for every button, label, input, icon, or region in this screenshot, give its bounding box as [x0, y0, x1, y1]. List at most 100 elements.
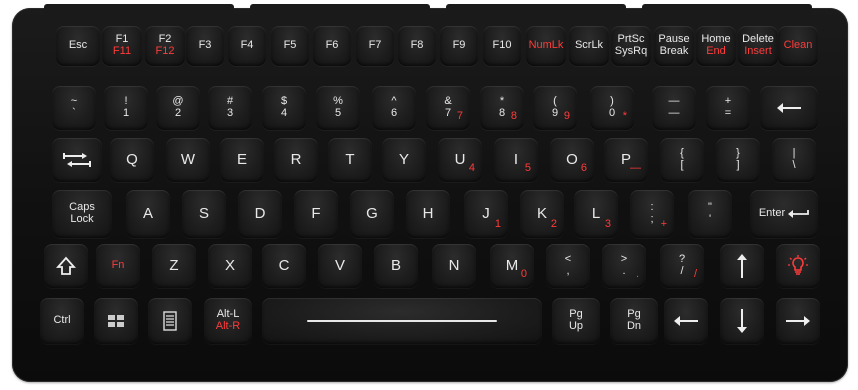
- f5-key[interactable]: F5: [271, 26, 309, 66]
- lbracket-key[interactable]: {[: [660, 138, 704, 182]
- quote-key[interactable]: " ': [688, 190, 732, 238]
- pgup-key[interactable]: Pg Up: [552, 298, 600, 344]
- windows-key[interactable]: [94, 298, 138, 344]
- fn-key[interactable]: Fn: [96, 244, 140, 288]
- key-secondary-label: F11: [112, 45, 132, 57]
- f7-key[interactable]: F7: [356, 26, 394, 66]
- f9-key[interactable]: F9: [440, 26, 478, 66]
- up-arrow-key[interactable]: [720, 244, 764, 288]
- scrlk-key[interactable]: ScrLk: [569, 26, 609, 66]
- key-secondary-label: 4: [280, 107, 288, 119]
- key-l[interactable]: L3: [574, 190, 618, 238]
- key-secondary-label: 6: [390, 107, 398, 119]
- backspace-key[interactable]: [760, 86, 818, 130]
- key-secondary-label: `: [72, 107, 76, 119]
- key-j[interactable]: J1: [464, 190, 508, 238]
- key-r[interactable]: R: [274, 138, 318, 182]
- key-label: Esc: [68, 39, 88, 52]
- key-y[interactable]: Y: [382, 138, 426, 182]
- key-t[interactable]: T: [328, 138, 372, 182]
- key-u[interactable]: U4: [438, 138, 482, 182]
- arrow-up-icon: [736, 253, 748, 279]
- tilde-key[interactable]: ~ `: [52, 86, 96, 130]
- prtsc-key[interactable]: PrtSc SysRq: [611, 26, 651, 66]
- pause-key[interactable]: Pause Break: [654, 26, 694, 66]
- key-w[interactable]: W: [166, 138, 210, 182]
- key-0[interactable]: ) 0 *: [590, 86, 634, 130]
- key-k[interactable]: K2: [520, 190, 564, 238]
- tab-key[interactable]: [52, 138, 102, 182]
- period-key[interactable]: >..: [602, 244, 646, 288]
- key-a[interactable]: A: [126, 190, 170, 238]
- numlk-key[interactable]: NumLk: [526, 26, 566, 66]
- alt-key[interactable]: Alt-L Alt-R: [204, 298, 252, 344]
- shift-key[interactable]: [44, 244, 88, 288]
- semicolon-key[interactable]: :; +: [630, 190, 674, 238]
- f6-key[interactable]: F6: [313, 26, 351, 66]
- key-h[interactable]: H: [406, 190, 450, 238]
- key-e[interactable]: E: [220, 138, 264, 182]
- f2-key[interactable]: F2 F12: [145, 26, 185, 66]
- esc-key[interactable]: Esc: [56, 26, 100, 66]
- f4-key[interactable]: F4: [228, 26, 266, 66]
- capslock-key[interactable]: Caps Lock: [52, 190, 112, 238]
- minus-key[interactable]: — —: [652, 86, 696, 130]
- key-secondary-label: Alt-R: [215, 320, 241, 332]
- space-key[interactable]: [262, 298, 542, 344]
- key-p[interactable]: P —: [604, 138, 648, 182]
- key-2[interactable]: @2: [156, 86, 200, 130]
- key-label: D: [254, 205, 266, 223]
- pgdn-key[interactable]: Pg Dn: [610, 298, 658, 344]
- ctrl-key[interactable]: Ctrl: [40, 298, 84, 344]
- key-d[interactable]: D: [238, 190, 282, 238]
- down-arrow-key[interactable]: [720, 298, 764, 344]
- key-x[interactable]: X: [208, 244, 252, 288]
- key-q[interactable]: Q: [110, 138, 154, 182]
- backlight-key[interactable]: [776, 244, 820, 288]
- slash-key[interactable]: ? / /: [660, 244, 704, 288]
- key-5[interactable]: % 5: [316, 86, 360, 130]
- key-b[interactable]: B: [374, 244, 418, 288]
- key-6[interactable]: ^ 6: [372, 86, 416, 130]
- menu-key[interactable]: [148, 298, 192, 344]
- key-3[interactable]: #3: [208, 86, 252, 130]
- key-9[interactable]: (9 9: [533, 86, 577, 130]
- f1-key[interactable]: F1 F11: [102, 26, 142, 66]
- key-label: Clean: [783, 39, 813, 52]
- equals-key[interactable]: + =: [706, 86, 750, 130]
- enter-key[interactable]: Enter: [750, 190, 818, 238]
- f8-key[interactable]: F8: [398, 26, 436, 66]
- key-label: J: [482, 205, 490, 223]
- right-arrow-key[interactable]: [776, 298, 820, 344]
- key-z[interactable]: Z: [152, 244, 196, 288]
- delete-key[interactable]: Delete Insert: [738, 26, 778, 66]
- rbracket-key[interactable]: }]: [716, 138, 760, 182]
- key-s[interactable]: S: [182, 190, 226, 238]
- windows-icon: [107, 314, 125, 328]
- key-1[interactable]: ! 1: [104, 86, 148, 130]
- key-secondary-label: 5: [334, 107, 342, 119]
- key-i[interactable]: I5: [494, 138, 538, 182]
- key-n[interactable]: N: [432, 244, 476, 288]
- key-7[interactable]: & 7 7: [426, 86, 470, 130]
- key-f[interactable]: F: [294, 190, 338, 238]
- key-secondary-label: 9: [551, 107, 559, 119]
- numpad-label: 2: [550, 218, 557, 231]
- left-arrow-key[interactable]: [664, 298, 708, 344]
- key-label: L: [591, 205, 601, 223]
- key-v[interactable]: V: [318, 244, 362, 288]
- f10-key[interactable]: F10: [483, 26, 521, 66]
- key-o[interactable]: O6: [550, 138, 594, 182]
- backslash-key[interactable]: | \: [772, 138, 816, 182]
- key-secondary-label: 8: [498, 107, 506, 119]
- key-4[interactable]: $4: [262, 86, 306, 130]
- key-8[interactable]: * 8 8: [480, 86, 524, 130]
- home-key[interactable]: Home End: [696, 26, 736, 66]
- key-g[interactable]: G: [350, 190, 394, 238]
- f3-key[interactable]: F3: [186, 26, 224, 66]
- key-secondary-label: End: [706, 45, 726, 57]
- comma-key[interactable]: <,: [546, 244, 590, 288]
- key-c[interactable]: C: [262, 244, 306, 288]
- key-m[interactable]: M0: [490, 244, 534, 288]
- clean-key[interactable]: Clean: [778, 26, 818, 66]
